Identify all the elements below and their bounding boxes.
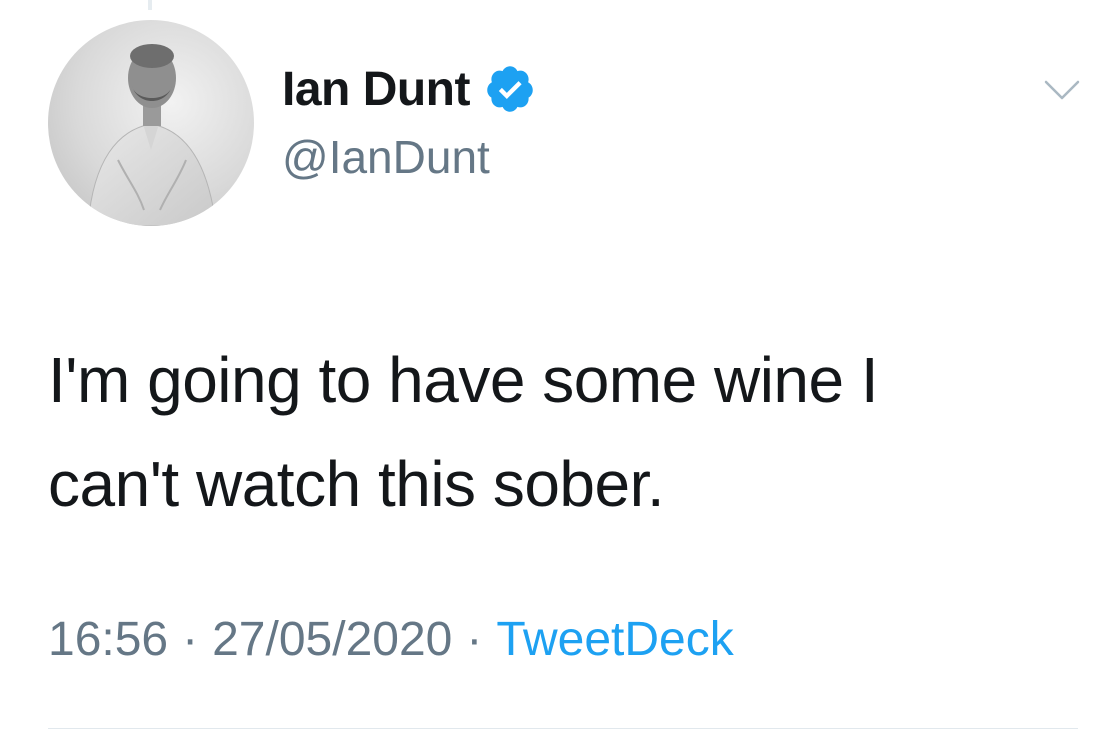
divider (48, 728, 1078, 729)
avatar-image (87, 44, 217, 226)
tweet-text: I'm going to have some wine I can't watc… (48, 344, 879, 520)
tweet-card: Ian Dunt @IanDunt I'm going to have some… (0, 0, 1119, 742)
tweet-meta: 16:56 · 27/05/2020 · TweetDeck (48, 612, 734, 667)
meta-separator: · (182, 613, 199, 666)
chevron-down-icon[interactable] (1042, 76, 1082, 106)
author-name-row[interactable]: Ian Dunt (282, 58, 536, 120)
avatar[interactable] (48, 20, 254, 226)
tweet-time[interactable]: 16:56 (48, 612, 168, 667)
tweet-source-link[interactable]: TweetDeck (496, 612, 733, 667)
display-name[interactable]: Ian Dunt (282, 62, 470, 117)
author-handle[interactable]: @IanDunt (282, 130, 490, 184)
tweet-date[interactable]: 27/05/2020 (212, 612, 452, 667)
meta-separator: · (466, 613, 483, 666)
thread-connector-line (148, 0, 152, 10)
verified-badge-icon (484, 63, 536, 115)
